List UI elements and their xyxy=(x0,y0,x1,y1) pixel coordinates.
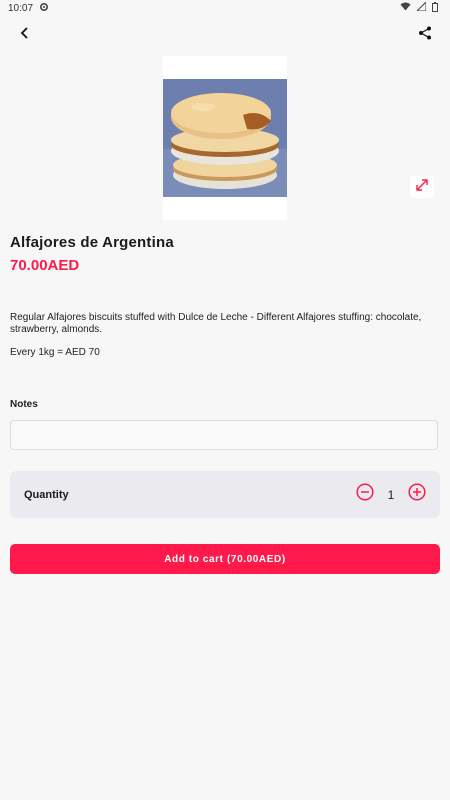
back-arrow-icon xyxy=(20,26,30,44)
plus-circle-icon xyxy=(408,483,426,506)
settings-icon xyxy=(39,2,49,15)
quantity-stepper: 1 xyxy=(356,483,426,506)
status-left: 10:07 xyxy=(0,2,49,15)
battery-icon xyxy=(432,1,438,15)
alfajores-cookie-image xyxy=(163,79,287,197)
quantity-card: Quantity 1 xyxy=(10,471,440,518)
product-price-note: Every 1kg = AED 70 xyxy=(10,347,100,358)
signal-icon xyxy=(415,0,427,14)
quantity-label: Quantity xyxy=(24,488,69,501)
minus-circle-icon xyxy=(356,483,374,506)
notes-input[interactable] xyxy=(10,420,438,450)
product-price: 70.00AED xyxy=(10,257,80,274)
product-description: Regular Alfajores biscuits stuffed with … xyxy=(10,312,422,335)
expand-image-button[interactable] xyxy=(410,176,434,198)
add-to-cart-button[interactable]: Add to cart (70.00AED) xyxy=(10,544,440,574)
product-image[interactable] xyxy=(163,56,287,220)
decrease-quantity-button[interactable] xyxy=(356,483,374,506)
share-icon xyxy=(418,26,432,45)
status-right xyxy=(400,0,450,15)
expand-icon xyxy=(416,178,428,196)
notes-label: Notes xyxy=(10,399,38,410)
quantity-value: 1 xyxy=(387,487,395,502)
wifi-icon xyxy=(400,2,411,14)
status-time: 10:07 xyxy=(8,2,34,14)
product-title: Alfajores de Argentina xyxy=(10,234,174,251)
app-bar xyxy=(0,16,450,54)
status-bar: 10:07 xyxy=(0,0,450,16)
increase-quantity-button[interactable] xyxy=(408,483,426,506)
share-button[interactable] xyxy=(406,16,444,54)
back-button[interactable] xyxy=(6,16,44,54)
